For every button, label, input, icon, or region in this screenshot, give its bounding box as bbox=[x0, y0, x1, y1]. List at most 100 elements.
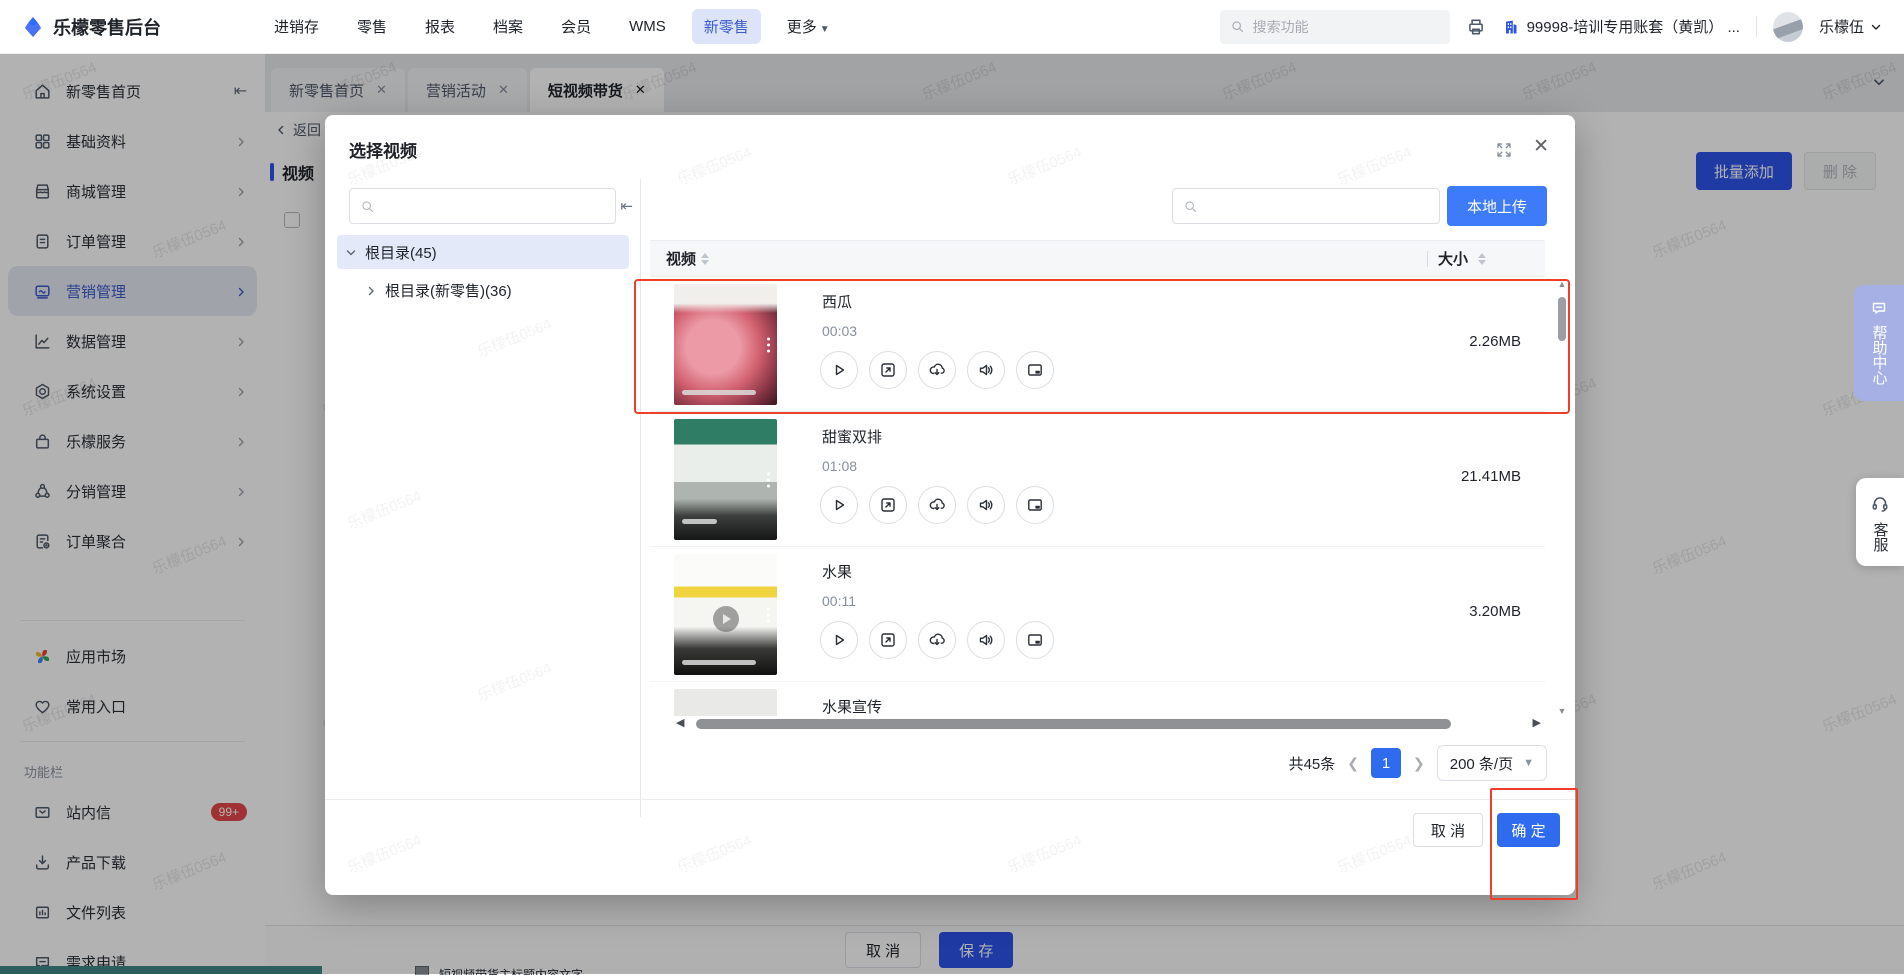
user-avatar[interactable] bbox=[1773, 12, 1803, 42]
video-actions bbox=[820, 351, 1054, 389]
vertical-scroll-thumb[interactable] bbox=[1558, 297, 1566, 341]
fullscreen-icon[interactable] bbox=[1495, 141, 1513, 159]
divider bbox=[1756, 16, 1757, 38]
company-icon bbox=[1502, 18, 1520, 36]
video-size: 3.20MB bbox=[1469, 603, 1521, 620]
tree-collapse-icon[interactable] bbox=[365, 284, 377, 296]
expand-icon bbox=[879, 496, 897, 514]
volume-icon bbox=[977, 631, 995, 649]
progress-bar bbox=[682, 390, 756, 395]
nav-item-retail[interactable]: 零售 bbox=[345, 9, 399, 44]
printer-icon[interactable] bbox=[1466, 17, 1486, 37]
scroll-right-icon[interactable]: ▶ bbox=[1533, 716, 1541, 729]
expand-button[interactable] bbox=[869, 621, 907, 659]
global-search[interactable] bbox=[1220, 10, 1450, 44]
expand-button[interactable] bbox=[869, 351, 907, 389]
tree-node-root-newretail[interactable]: 根目录(新零售)(36) bbox=[337, 273, 629, 307]
video-thumbnail[interactable] bbox=[674, 284, 777, 405]
brand[interactable]: 乐檬零售后台 bbox=[22, 14, 262, 40]
expand-button[interactable] bbox=[869, 486, 907, 524]
video-actions bbox=[820, 486, 1054, 524]
video-title: 西瓜 bbox=[822, 291, 852, 312]
scroll-left-icon[interactable]: ◀ bbox=[676, 716, 684, 729]
video-duration: 00:11 bbox=[822, 593, 856, 609]
nav-item-purchase-sales[interactable]: 进销存 bbox=[262, 9, 331, 44]
pip-button[interactable] bbox=[1016, 621, 1054, 659]
volume-icon bbox=[977, 361, 995, 379]
nav-item-wms[interactable]: WMS bbox=[617, 11, 678, 42]
video-row-sweet-duo[interactable]: 甜蜜双排 01:08 21.41MB bbox=[650, 412, 1545, 547]
vertical-scrollbar[interactable]: ▲ ▼ bbox=[1556, 279, 1568, 716]
tree-expand-icon[interactable] bbox=[345, 246, 357, 258]
tree-node-label: 根目录(45) bbox=[365, 242, 437, 263]
play-icon bbox=[830, 631, 848, 649]
list-header: 视频 大小 bbox=[650, 240, 1545, 277]
sort-by-size[interactable]: 大小 bbox=[1427, 248, 1486, 269]
video-thumbnail[interactable] bbox=[674, 689, 777, 716]
close-icon[interactable]: ✕ bbox=[1533, 135, 1549, 158]
nav-item-new-retail[interactable]: 新零售 bbox=[692, 9, 761, 44]
video-row-fruit[interactable]: 水果 00:11 3.20MB bbox=[650, 547, 1545, 682]
tree-node-root[interactable]: 根目录(45) bbox=[337, 235, 629, 269]
local-upload-button[interactable]: 本地上传 bbox=[1447, 186, 1547, 226]
more-options-icon[interactable] bbox=[767, 607, 770, 622]
download-button[interactable] bbox=[918, 351, 956, 389]
help-center-tab[interactable]: 帮助中心 bbox=[1854, 285, 1904, 401]
more-options-icon[interactable] bbox=[767, 337, 770, 352]
picture-in-picture-icon bbox=[1026, 631, 1044, 649]
play-button[interactable] bbox=[820, 621, 858, 659]
nav-item-archives[interactable]: 档案 bbox=[481, 9, 535, 44]
folder-tree-panel: ⇤ 根目录(45) 根目录(新零售)(36) bbox=[325, 175, 641, 895]
scroll-up-icon[interactable]: ▲ bbox=[1556, 279, 1568, 289]
cloud-download-icon bbox=[928, 361, 946, 379]
page-size-select[interactable]: 200 条/页 ▼ bbox=[1437, 745, 1547, 781]
modal-confirm-button[interactable]: 确 定 bbox=[1497, 813, 1560, 847]
video-title: 水果宣传 bbox=[822, 696, 882, 716]
current-page-button[interactable]: 1 bbox=[1371, 748, 1401, 778]
nav-item-more[interactable]: 更多▼ bbox=[775, 9, 842, 44]
video-thumbnail[interactable] bbox=[674, 554, 777, 675]
expand-icon bbox=[879, 631, 897, 649]
video-thumbnail[interactable] bbox=[674, 419, 777, 540]
username: 乐檬伍 bbox=[1819, 16, 1864, 37]
volume-button[interactable] bbox=[967, 486, 1005, 524]
video-row-fruit-promo[interactable]: 水果宣传 bbox=[650, 682, 1545, 716]
pip-button[interactable] bbox=[1016, 351, 1054, 389]
folder-search-input[interactable] bbox=[349, 188, 616, 224]
account-switcher[interactable]: 99998-培训专用账套（黄凯） ... bbox=[1502, 16, 1740, 37]
video-search-input[interactable] bbox=[1172, 188, 1440, 224]
play-button[interactable] bbox=[820, 351, 858, 389]
user-menu[interactable]: 乐檬伍 bbox=[1819, 16, 1882, 37]
nav-item-reports[interactable]: 报表 bbox=[413, 9, 467, 44]
video-size: 2.26MB bbox=[1469, 333, 1521, 350]
brand-logo-icon bbox=[22, 16, 44, 38]
video-rows-viewport: 西瓜 00:03 2.26MB bbox=[650, 277, 1545, 716]
caret-down-icon: ▼ bbox=[820, 24, 830, 35]
download-button[interactable] bbox=[918, 621, 956, 659]
play-icon bbox=[830, 496, 848, 514]
sort-carets-icon bbox=[701, 253, 709, 265]
download-button[interactable] bbox=[918, 486, 956, 524]
modal-cancel-button[interactable]: 取 消 bbox=[1413, 813, 1483, 847]
video-row-watermelon[interactable]: 西瓜 00:03 2.26MB bbox=[650, 277, 1545, 412]
nav-item-members[interactable]: 会员 bbox=[549, 9, 603, 44]
horizontal-scroll-thumb[interactable] bbox=[696, 719, 1451, 729]
more-options-icon[interactable] bbox=[767, 472, 770, 487]
horizontal-scrollbar[interactable]: ◀ ▶ bbox=[650, 716, 1545, 732]
play-button[interactable] bbox=[820, 486, 858, 524]
pip-button[interactable] bbox=[1016, 486, 1054, 524]
sort-by-video[interactable]: 视频 bbox=[666, 248, 709, 269]
cloud-download-icon bbox=[928, 496, 946, 514]
volume-button[interactable] bbox=[967, 351, 1005, 389]
global-search-input[interactable] bbox=[1253, 19, 1423, 35]
tree-node-label: 根目录(新零售)(36) bbox=[385, 280, 512, 301]
prev-page-icon[interactable]: ❮ bbox=[1347, 755, 1359, 772]
customer-service-tab[interactable]: 客服 bbox=[1856, 478, 1904, 566]
panel-collapse-icon[interactable]: ⇤ bbox=[620, 197, 633, 215]
top-menu: 进销存 零售 报表 档案 会员 WMS 新零售 更多▼ bbox=[262, 9, 842, 44]
next-page-icon[interactable]: ❯ bbox=[1413, 755, 1425, 772]
top-navbar: 乐檬零售后台 进销存 零售 报表 档案 会员 WMS 新零售 更多▼ 99998… bbox=[0, 0, 1904, 54]
search-icon bbox=[1230, 19, 1245, 34]
scroll-down-icon[interactable]: ▼ bbox=[1556, 706, 1568, 716]
volume-button[interactable] bbox=[967, 621, 1005, 659]
